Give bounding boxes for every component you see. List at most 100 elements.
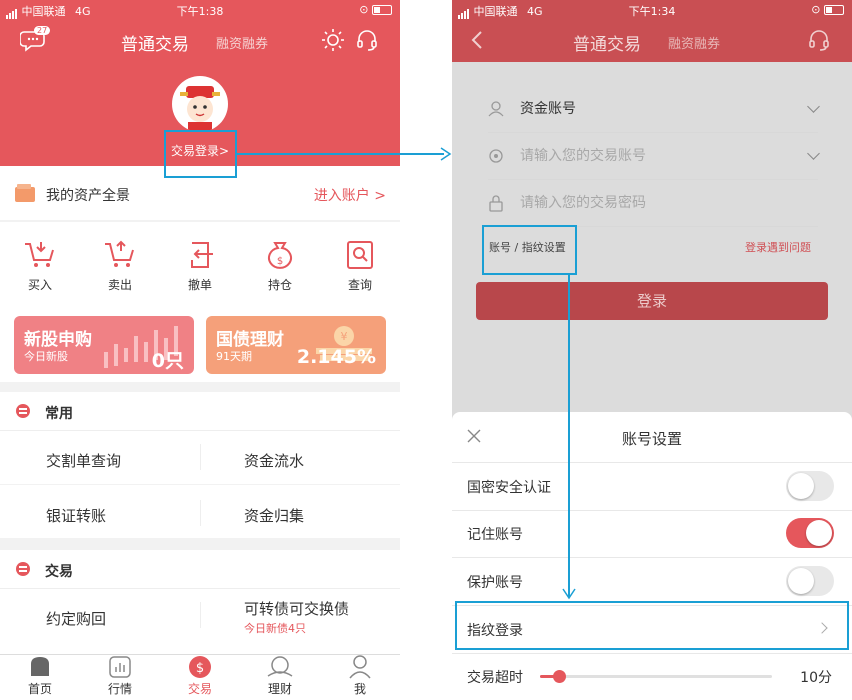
divider	[200, 602, 201, 628]
trade-login-link[interactable]: 交易登录>	[0, 142, 400, 159]
headset-icon	[357, 30, 377, 51]
sm-security-toggle[interactable]	[786, 471, 834, 501]
header-title[interactable]: 普通交易	[573, 30, 641, 55]
fingerprint-login-row[interactable]: 指纹登录	[452, 606, 852, 654]
service-button[interactable]	[807, 28, 831, 56]
avatar[interactable]	[172, 76, 228, 132]
ipo-count: 0只	[151, 350, 184, 372]
common-section: 常用 交割单查询 资金流水 银证转账 资金归集	[0, 392, 400, 538]
protect-account-label: 保护账号	[467, 575, 523, 591]
sheet-title: 账号设置	[621, 430, 682, 448]
tab-me[interactable]: 我	[320, 654, 400, 697]
remember-account-row: 记住账号	[452, 510, 852, 558]
convertible-bond-link[interactable]: 可转债可交换债	[244, 598, 349, 619]
bond-banner[interactable]: ¥ 国债理财 91天期 2.145%	[206, 316, 386, 374]
action-label: 持仓	[267, 278, 292, 292]
cart-sell-icon	[105, 240, 134, 267]
ipo-banner[interactable]: 新股申购 今日新股 0只	[14, 316, 194, 374]
account-type-value: 资金账号	[520, 101, 576, 117]
enter-account-link[interactable]: 进入账户 >	[314, 185, 386, 205]
service-button[interactable]	[355, 28, 379, 56]
timeout-label: 交易超时	[467, 670, 523, 686]
margin-trading-tab[interactable]: 融资融券	[668, 33, 720, 52]
message-badge: 27	[34, 26, 51, 35]
cancel-order-icon	[191, 242, 213, 268]
chevron-down-icon	[807, 100, 820, 113]
clock: 下午1:38	[176, 5, 224, 18]
shield-icon	[489, 149, 503, 163]
divider	[0, 430, 400, 431]
tab-finance[interactable]: 理财	[240, 654, 320, 697]
user-icon	[349, 655, 371, 679]
trade-dollar-icon: $	[189, 656, 211, 678]
svg-text:$: $	[196, 661, 204, 676]
bond-title: 国债理财	[216, 330, 284, 350]
action-holdings[interactable]: $ 持仓	[250, 240, 310, 293]
account-fingerprint-settings-link[interactable]: 账号 / 指纹设置	[489, 239, 566, 255]
market-chart-icon	[109, 656, 131, 678]
theme-button[interactable]	[321, 28, 345, 56]
timeout-row: 交易超时 10分	[452, 654, 852, 700]
action-sell[interactable]: 卖出	[90, 240, 150, 293]
fingerprint-login-label: 指纹登录	[467, 623, 523, 639]
clock: 下午1:34	[628, 5, 676, 18]
action-label: 撤单	[187, 278, 212, 292]
login-help-link[interactable]: 登录遇到问题	[745, 239, 811, 255]
common-title: 常用	[45, 406, 73, 422]
remember-account-toggle[interactable]	[786, 518, 834, 548]
god-of-wealth-avatar-icon	[180, 86, 220, 132]
remember-account-label: 记住账号	[467, 527, 523, 543]
tab-label: 首页	[27, 682, 52, 696]
timeout-slider[interactable]	[540, 670, 772, 683]
protect-account-toggle[interactable]	[786, 566, 834, 596]
bank-transfer-link[interactable]: 银证转账	[46, 505, 106, 526]
arrow-head-icon	[440, 147, 452, 161]
margin-trading-tab[interactable]: 融资融券	[216, 33, 268, 52]
fund-flow-link[interactable]: 资金流水	[244, 450, 304, 471]
message-button[interactable]: 27	[19, 26, 51, 54]
assets-row[interactable]: 我的资产全景 进入账户 >	[0, 166, 400, 220]
sun-icon	[322, 29, 344, 51]
password-placeholder: 请输入您的交易密码	[520, 195, 646, 211]
account-type-select[interactable]: 资金账号	[488, 86, 820, 133]
divider	[0, 588, 400, 589]
action-buy[interactable]: 买入	[10, 240, 70, 293]
account-input[interactable]: 请输入您的交易账号	[488, 133, 820, 180]
back-button[interactable]	[470, 30, 484, 54]
action-label: 卖出	[107, 278, 132, 292]
trade-section: 交易 约定购回 可转债可交换债 今日新债4只	[0, 550, 400, 654]
arrow-head-icon	[562, 588, 576, 600]
slider-thumb[interactable]	[552, 670, 566, 683]
connector-arrow	[237, 153, 444, 155]
action-query[interactable]: 查询	[330, 240, 390, 293]
action-label: 买入	[27, 278, 52, 292]
password-input[interactable]: 请输入您的交易密码	[488, 180, 818, 227]
finance-icon	[267, 656, 293, 677]
money-bag-icon: $	[268, 242, 292, 269]
lock-icon: ⊙	[359, 3, 369, 16]
protect-account-row: 保护账号	[452, 558, 852, 606]
svg-text:¥: ¥	[341, 330, 348, 343]
back-arrow-icon	[471, 31, 482, 49]
new-bond-note: 今日新债4只	[244, 622, 306, 635]
action-label: 查询	[347, 278, 372, 292]
agreed-repurchase-link[interactable]: 约定购回	[46, 608, 106, 629]
tab-home[interactable]: 首页	[0, 654, 80, 697]
account-placeholder: 请输入您的交易账号	[520, 148, 646, 164]
timeout-value: 10分	[800, 670, 832, 686]
left-phone-screen: 中国联通 4G 下午1:38 ⊙ 27 普通交易 融资融券 交易登录> 我的资产…	[0, 0, 400, 700]
lock-icon	[489, 195, 503, 212]
fund-collection-link[interactable]: 资金归集	[244, 505, 304, 526]
tab-market[interactable]: 行情	[80, 654, 160, 697]
sm-security-label: 国密安全认证	[467, 480, 551, 496]
search-doc-icon	[347, 241, 373, 269]
right-phone-screen: 中国联通 4G 下午1:34 ⊙ 普通交易 融资融券 资金账号 请输入您的交易账…	[452, 0, 852, 700]
header-title[interactable]: 普通交易	[121, 30, 189, 55]
battery-icon	[372, 5, 392, 15]
action-cancel[interactable]: 撤单	[170, 240, 230, 293]
tab-label: 理财	[267, 682, 292, 696]
login-button[interactable]: 登录	[476, 282, 828, 320]
settlement-query-link[interactable]: 交割单查询	[46, 450, 121, 471]
tab-trade[interactable]: $ 交易	[160, 654, 240, 697]
status-bar: 中国联通 4G 下午1:38 ⊙	[0, 0, 400, 20]
